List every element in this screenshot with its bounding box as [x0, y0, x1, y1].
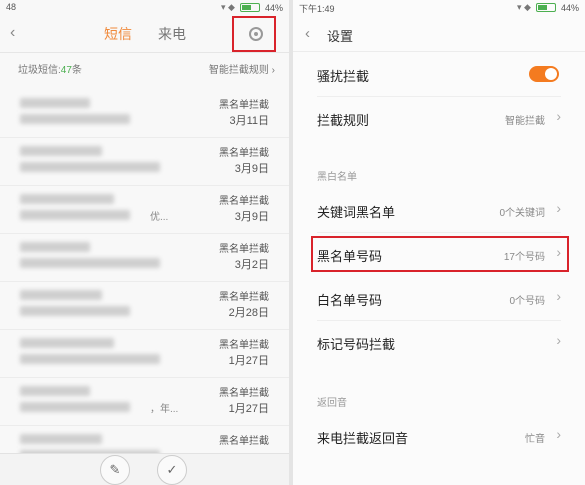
smart-rules-link[interactable]: 智能拦截规则	[209, 65, 269, 76]
blurred-sender	[20, 194, 114, 204]
message-row[interactable]: 黑名单拦截 3月11日	[0, 90, 289, 138]
header-divider	[0, 52, 289, 53]
return-tone-value: 忙音	[525, 434, 545, 445]
mark-read-button[interactable]: ✓	[157, 455, 187, 485]
message-date: 3月11日	[229, 115, 269, 127]
battery-icon	[239, 3, 260, 12]
status-time: 下午1:49	[299, 4, 335, 14]
spam-label: 垃圾短信:	[18, 65, 61, 76]
blocked-messages-screen: 48 ▾ ◆ 44% ‹ 短信 来电 垃圾短信:47条 智能拦截规则 › 黑名单…	[0, 0, 289, 485]
blurred-preview	[20, 258, 160, 268]
blurred-sender	[20, 98, 90, 108]
check-icon: ✓	[166, 462, 178, 477]
message-date: 1月27日	[228, 355, 269, 367]
message-snippet: ，年...	[150, 404, 179, 415]
bottom-toolbar: ✎ ✓	[0, 453, 289, 485]
block-tag: 黑名单拦截	[219, 244, 269, 255]
status-bar: 下午1:49 ▾ ◆ 44%	[293, 0, 585, 16]
section-return-tone: 返回音	[317, 398, 347, 409]
blurred-sender	[20, 434, 102, 444]
message-date: 3月2日	[234, 259, 269, 271]
return-tone-row[interactable]: 来电拦截返回音 忙音 ›	[293, 414, 585, 458]
message-date: 3月9日	[234, 211, 269, 223]
section-blackwhite: 黑白名单	[317, 172, 357, 183]
message-row[interactable]: 黑名单拦截 2月28日	[0, 282, 289, 330]
spam-summary-bar[interactable]: 垃圾短信:47条 智能拦截规则 ›	[0, 58, 289, 78]
settings-screen: 下午1:49 ▾ ◆ 44% ‹ 设置 骚扰拦截 拦截规则 智能拦截 › 黑白名…	[293, 0, 585, 485]
edit-icon: ✎	[109, 462, 121, 477]
keyword-blacklist-row[interactable]: 关键词黑名单 0个关键词 ›	[293, 188, 585, 232]
whitelist-numbers-row[interactable]: 白名单号码 0个号码 ›	[293, 276, 585, 320]
message-row[interactable]: 优... 黑名单拦截 3月9日	[0, 186, 289, 234]
blurred-sender	[20, 242, 90, 252]
highlight-settings-box	[232, 16, 276, 52]
block-tag: 黑名单拦截	[219, 100, 269, 111]
message-date: 3月9日	[234, 163, 269, 175]
chevron-right-icon: ›	[556, 426, 561, 442]
message-row[interactable]: 黑名单拦截 1月27日	[0, 330, 289, 378]
return-tone-label: 来电拦截返回音	[317, 431, 409, 446]
block-rules-value: 智能拦截	[505, 116, 545, 127]
blurred-preview	[20, 354, 160, 364]
blurred-preview	[20, 306, 130, 316]
blurred-preview	[20, 114, 130, 124]
battery-level: 44%	[264, 2, 283, 13]
mark-number-label: 标记号码拦截	[317, 337, 396, 352]
whitelist-numbers-value: 0个号码	[509, 296, 545, 307]
battery-icon	[535, 3, 556, 12]
chevron-right-icon: ›	[556, 332, 561, 348]
keyword-blacklist-value: 0个关键词	[499, 208, 545, 219]
blurred-sender	[20, 146, 102, 156]
signal-icon: ▾ ◆	[221, 2, 235, 12]
settings-header: ‹ 设置	[293, 16, 585, 52]
message-snippet: 优...	[150, 212, 169, 223]
back-chevron-icon[interactable]: ‹	[10, 24, 15, 42]
highlight-blacklist-box	[311, 236, 569, 272]
message-date: 2月28日	[228, 307, 269, 319]
spam-count: 47	[60, 65, 72, 76]
block-rules-row[interactable]: 拦截规则 智能拦截 ›	[293, 96, 585, 140]
blurred-sender	[20, 338, 114, 348]
block-tag: 黑名单拦截	[219, 196, 269, 207]
edit-button[interactable]: ✎	[100, 455, 130, 485]
blurred-sender	[20, 386, 90, 396]
blurred-preview	[20, 162, 160, 172]
back-chevron-icon[interactable]: ‹	[305, 25, 310, 42]
harass-block-toggle[interactable]	[529, 66, 559, 82]
mark-number-row[interactable]: 标记号码拦截 ›	[293, 320, 585, 364]
blurred-preview	[20, 210, 130, 220]
message-row[interactable]: ，年... 黑名单拦截 1月27日	[0, 378, 289, 426]
chevron-right-icon: ›	[556, 288, 561, 304]
tab-calls[interactable]: 来电	[158, 24, 186, 44]
keyword-blacklist-label: 关键词黑名单	[317, 205, 396, 220]
message-row[interactable]: 黑名单拦截 3月2日	[0, 234, 289, 282]
signal-icon: ▾ ◆	[517, 2, 531, 12]
blurred-sender	[20, 290, 102, 300]
block-tag: 黑名单拦截	[219, 436, 269, 447]
tab-sms[interactable]: 短信	[104, 24, 132, 44]
message-row[interactable]: 黑名单拦截 3月9日	[0, 138, 289, 186]
block-tag: 黑名单拦截	[219, 292, 269, 303]
message-date: 1月27日	[228, 403, 269, 415]
block-rules-label: 拦截规则	[317, 113, 370, 128]
status-time: 48	[6, 2, 17, 12]
status-bar: 48 ▾ ◆ 44%	[0, 0, 289, 16]
battery-level: 44%	[560, 2, 579, 13]
whitelist-numbers-label: 白名单号码	[317, 293, 383, 308]
page-title: 设置	[327, 29, 354, 44]
chevron-right-icon: ›	[556, 200, 561, 216]
block-tag: 黑名单拦截	[219, 340, 269, 351]
harass-block-label: 骚扰拦截	[317, 69, 370, 84]
block-tag: 黑名单拦截	[219, 388, 269, 399]
block-tag: 黑名单拦截	[219, 148, 269, 159]
blurred-preview	[20, 402, 130, 412]
chevron-right-icon: ›	[271, 65, 275, 76]
harass-block-row[interactable]: 骚扰拦截	[293, 52, 585, 96]
spam-unit: 条	[71, 65, 82, 76]
chevron-right-icon: ›	[556, 108, 561, 124]
